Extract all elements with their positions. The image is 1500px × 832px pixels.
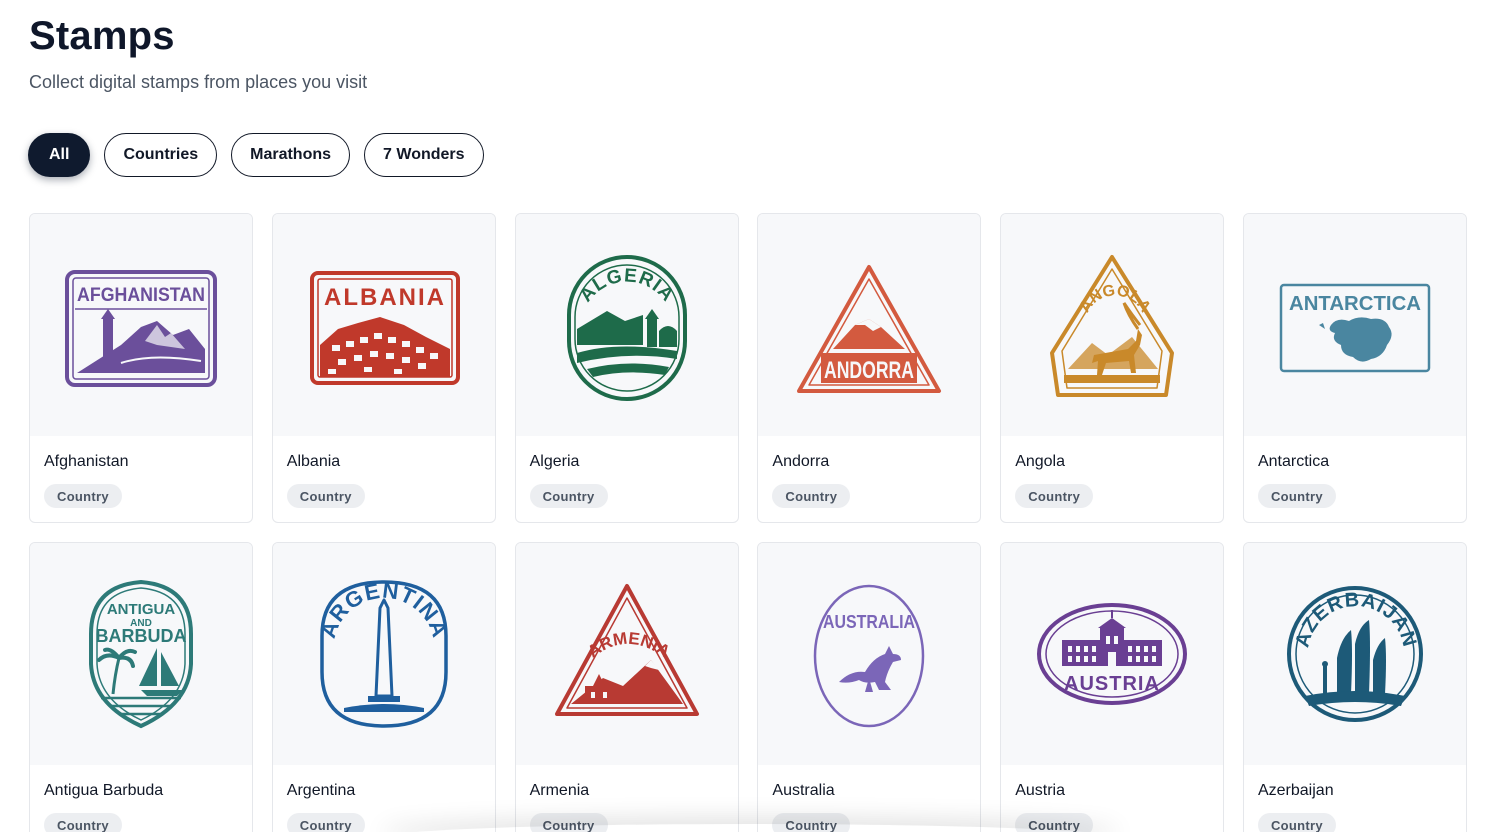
stamp-text: ANDORRA	[824, 357, 914, 384]
stamp-name: Armenia	[529, 782, 590, 799]
stamp-card-afghanistan[interactable]: AFGHANISTAN Afghanistan Country	[29, 213, 253, 523]
stamp-card-andorra[interactable]: ANDORRA Andorra Country	[757, 213, 982, 523]
kangaroo-stamp-icon: AUSTRALIA	[814, 584, 925, 728]
stamp-text: ALBANIA	[324, 284, 446, 311]
stamp-name: Antigua Barbuda	[44, 782, 164, 799]
stamp-text-bottom: BARBUDA	[96, 626, 187, 646]
stamp-card-albania[interactable]: ALBANIA Albania Country	[271, 213, 496, 523]
stamp-name: Angola	[1015, 453, 1066, 470]
svg-text:ARGENTINA: ARGENTINA	[315, 577, 453, 641]
category-badge: Country	[44, 813, 122, 832]
stamp-image: AUSTRALIA	[758, 543, 981, 765]
filter-countries[interactable]: Countries	[104, 133, 218, 177]
palm-sailboat-stamp-icon: ANTIGUA AND BARBUDA	[89, 579, 193, 729]
stamp-name: Afghanistan	[44, 453, 129, 470]
stamp-image: ALBANIA	[272, 214, 495, 436]
filter-7-wonders[interactable]: 7 Wonders	[364, 133, 484, 177]
stamp-text: AUSTRIA	[1064, 673, 1160, 695]
svg-text:ARMENIA: ARMENIA	[584, 629, 673, 662]
category-badge: Country	[1015, 813, 1094, 832]
stamp-card-australia[interactable]: AUSTRALIA Australia Country	[757, 542, 982, 832]
stamp-text: ANTARCTICA	[1289, 293, 1421, 315]
page-title: Stamps	[29, 14, 175, 58]
filter-bar: All Countries Marathons 7 Wonders	[28, 133, 484, 177]
continent-map-stamp-icon: ANTARCTICA	[1279, 283, 1431, 373]
category-badge: Country	[286, 484, 365, 508]
stamp-text: AFGHANISTAN	[77, 285, 205, 306]
stamp-card-antigua-barbuda[interactable]: ANTIGUA AND BARBUDA Antigua Barbuda Coun…	[29, 542, 253, 832]
stamp-name: Albania	[286, 453, 341, 470]
category-badge: Country	[1015, 484, 1094, 508]
stamp-card-argentina[interactable]: ARGENTINA Argentina Country	[271, 542, 496, 832]
stamp-image: AFGHANISTAN	[30, 214, 252, 436]
category-badge: Country	[1257, 484, 1336, 508]
filter-marathons[interactable]: Marathons	[231, 133, 351, 177]
stamp-image: ANTARCTICA	[1243, 214, 1466, 436]
category-badge: Country	[772, 484, 851, 508]
stamp-text: AUSTRALIA	[823, 612, 915, 632]
stamp-image: ARMENIA	[515, 543, 738, 765]
stamp-name: Argentina	[286, 782, 356, 799]
flame-towers-stamp-icon: AZERBAIJAN	[1286, 586, 1423, 722]
palace-stamp-icon: AUSTRIA	[1037, 603, 1188, 705]
page-subtitle: Collect digital stamps from places you v…	[29, 72, 368, 92]
stamp-image: ANDORRA	[758, 214, 981, 436]
stamp-image: AZERBAIJAN	[1243, 543, 1466, 765]
category-badge: Country	[286, 813, 365, 832]
stamp-name: Andorra	[772, 453, 830, 470]
stamp-name: Antarctica	[1257, 453, 1330, 470]
stamp-text-top: ANTIGUA	[107, 601, 175, 618]
mountain-triangle-stamp-icon: ANDORRA	[797, 265, 942, 393]
stamp-card-armenia[interactable]: ARMENIA Armenia Country	[514, 542, 739, 832]
stamp-card-angola[interactable]: ANGOLA Angola Country	[1000, 213, 1225, 523]
stamp-name: Algeria	[529, 453, 580, 470]
stamp-grid: AFGHANISTAN Afghanistan Country ALBANIA	[29, 213, 1467, 832]
stamps-page: Stamps Collect digital stamps from place…	[0, 0, 1500, 832]
mountain-tower-stamp-icon: AFGHANISTAN	[65, 270, 217, 387]
stamp-text: ARGENTINA	[315, 577, 452, 641]
church-mountain-stamp-icon: ARMENIA	[554, 584, 699, 716]
stamp-image: ARGENTINA	[272, 543, 495, 765]
category-badge: Country	[44, 484, 122, 508]
stamp-card-austria[interactable]: AUSTRIA Austria Country	[1000, 542, 1225, 832]
stamp-name: Azerbaijan	[1257, 782, 1334, 799]
stamp-image: ANTIGUA AND BARBUDA	[30, 543, 252, 765]
mosque-dunes-stamp-icon: ALGERIA	[566, 255, 687, 401]
stamp-name: Australia	[772, 782, 835, 799]
obelisk-stamp-icon: ARGENTINA	[315, 577, 453, 728]
stamp-image: AUSTRIA	[1001, 543, 1224, 765]
category-badge: Country	[772, 813, 851, 832]
category-badge: Country	[529, 813, 608, 832]
filter-all[interactable]: All	[28, 133, 91, 177]
category-badge: Country	[529, 484, 608, 508]
category-badge: Country	[1257, 813, 1336, 832]
stamp-image: ALGERIA	[515, 214, 738, 436]
stamp-card-antarctica[interactable]: ANTARCTICA Antarctica Country	[1242, 213, 1467, 523]
stamp-card-algeria[interactable]: ALGERIA Algeria Country	[514, 213, 739, 523]
stamp-card-azerbaijan[interactable]: AZERBAIJAN Azerbaijan Country	[1242, 542, 1467, 832]
hillside-town-stamp-icon: ALBANIA	[309, 271, 460, 385]
stamp-text: ARMENIA	[584, 629, 673, 662]
stamp-name: Austria	[1015, 782, 1065, 799]
antelope-triangle-stamp-icon: ANGOLA	[1050, 255, 1175, 397]
stamp-image: ANGOLA	[1001, 214, 1224, 436]
